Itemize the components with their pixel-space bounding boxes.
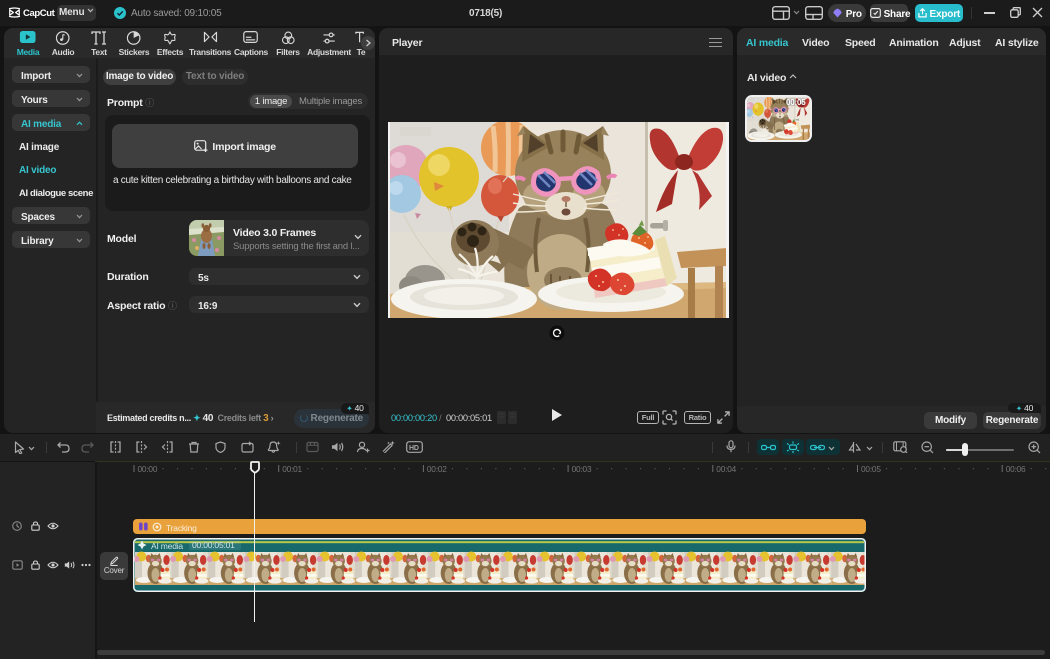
svg-text:00:05: 00:05 bbox=[861, 464, 881, 474]
svg-text:00:00: 00:00 bbox=[138, 464, 158, 474]
svg-text:00:04: 00:04 bbox=[716, 464, 736, 474]
svg-text:00:00:05:01: 00:00:05:01 bbox=[192, 540, 235, 550]
svg-text:HD: HD bbox=[409, 445, 419, 452]
svg-text:00:02: 00:02 bbox=[427, 464, 447, 474]
svg-text:00:03: 00:03 bbox=[572, 464, 592, 474]
svg-text:AI media: AI media bbox=[151, 541, 183, 551]
svg-text:00:06: 00:06 bbox=[1006, 464, 1026, 474]
svg-text:00:01: 00:01 bbox=[282, 464, 302, 474]
